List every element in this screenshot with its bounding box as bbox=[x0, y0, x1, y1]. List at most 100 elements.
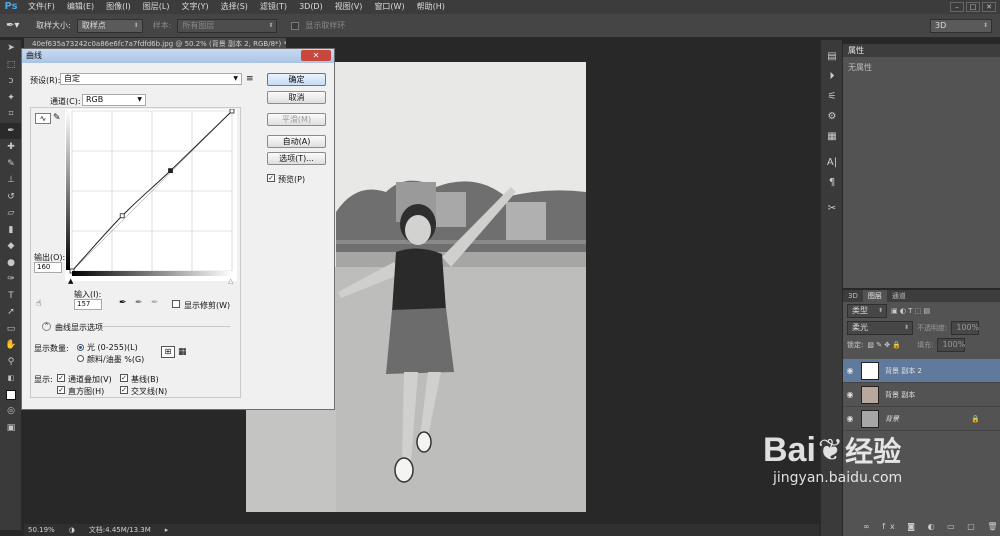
preset-label: 预设(R): bbox=[30, 76, 61, 85]
minimize-button[interactable]: – bbox=[950, 2, 964, 12]
zoom-tool-icon[interactable]: ⚲ bbox=[0, 354, 22, 371]
layer-row[interactable]: ◉ 背景 🔒 bbox=[843, 407, 1000, 431]
close-dialog-button[interactable]: ✕ bbox=[301, 50, 331, 61]
eyedropper-tool-icon[interactable]: ✒ bbox=[0, 122, 22, 139]
healing-brush-tool-icon[interactable]: ✚ bbox=[0, 139, 22, 156]
filter-icons[interactable]: ▣ ◐ T ⬚ ▤ bbox=[891, 307, 930, 315]
blur-tool-icon[interactable]: ◆ bbox=[0, 238, 22, 255]
visibility-eye-icon[interactable]: ◉ bbox=[843, 414, 857, 423]
hand-tool-icon[interactable]: ✋ bbox=[0, 337, 22, 354]
color-swatches-icon[interactable] bbox=[0, 387, 22, 404]
maximize-button[interactable]: □ bbox=[966, 2, 980, 12]
layer-row[interactable]: ◉ 背景 副本 bbox=[843, 383, 1000, 407]
workspace-select[interactable]: 3D ⬍ bbox=[930, 18, 992, 33]
quick-mask-icon[interactable]: ◎ bbox=[0, 403, 22, 420]
swatches-icon[interactable]: ▦ bbox=[821, 126, 843, 146]
layer-row[interactable]: ◉ 背景 副本 2 bbox=[843, 359, 1000, 383]
layer-thumbnail bbox=[861, 409, 879, 428]
properties-empty-text: 无属性 bbox=[848, 63, 872, 72]
visibility-eye-icon[interactable]: ◉ bbox=[843, 366, 857, 375]
menu-window[interactable]: 窗口(W) bbox=[368, 0, 410, 14]
lasso-tool-icon[interactable]: ↄ bbox=[0, 73, 22, 90]
actions-icon[interactable]: ⏵ bbox=[821, 66, 843, 86]
blend-mode-select[interactable]: 柔光 ⬍ bbox=[847, 320, 913, 335]
menu-bar: Ps 文件(F) 编辑(E) 图像(I) 图层(L) 文字(Y) 选择(S) 滤… bbox=[0, 0, 1000, 14]
lock-icon: 🔒 bbox=[971, 414, 980, 423]
tab-layers[interactable]: 图层 bbox=[862, 290, 887, 302]
curves-group-frame bbox=[30, 107, 241, 398]
menu-help[interactable]: 帮助(H) bbox=[411, 0, 451, 14]
dodge-tool-icon[interactable]: ● bbox=[0, 255, 22, 272]
opacity-label: 不透明度: bbox=[917, 323, 948, 332]
menu-edit[interactable]: 编辑(E) bbox=[61, 0, 100, 14]
layer-thumbnail bbox=[861, 361, 879, 380]
sample-size-select[interactable]: 取样点 ⬍ bbox=[76, 18, 143, 33]
path-select-tool-icon[interactable]: ➚ bbox=[0, 304, 22, 321]
fill-input[interactable]: 100% bbox=[937, 337, 966, 352]
watermark-brand: Bai bbox=[763, 430, 816, 469]
menu-select[interactable]: 选择(S) bbox=[215, 0, 254, 14]
menu-file[interactable]: 文件(F) bbox=[22, 0, 61, 14]
layer-thumbnail bbox=[861, 385, 879, 404]
paragraph-icon[interactable]: ¶ bbox=[821, 172, 843, 192]
shape-tool-icon[interactable]: ▭ bbox=[0, 321, 22, 338]
history-icon[interactable]: ▤ bbox=[821, 46, 843, 66]
opacity-input[interactable]: 100% bbox=[951, 320, 980, 335]
tab-3d[interactable]: 3D bbox=[843, 290, 863, 302]
lock-label: 锁定: bbox=[847, 340, 864, 349]
fill-label: 填充: bbox=[917, 340, 934, 349]
tab-channels[interactable]: 通道 bbox=[887, 290, 911, 302]
preset-options-icon[interactable]: ≡ bbox=[246, 74, 254, 84]
sample-select[interactable]: 所有图层 ⬍ bbox=[177, 18, 278, 33]
curves-title: 曲线 bbox=[22, 49, 334, 63]
styles-icon[interactable]: ⚙ bbox=[821, 106, 843, 126]
close-window-button[interactable]: ✕ bbox=[982, 2, 996, 12]
visibility-eye-icon[interactable]: ◉ bbox=[843, 390, 857, 399]
menu-view[interactable]: 视图(V) bbox=[329, 0, 369, 14]
watermark-brand-cn: 经验 bbox=[845, 435, 902, 468]
menu-layer[interactable]: 图层(L) bbox=[137, 0, 176, 14]
menu-type[interactable]: 文字(Y) bbox=[175, 0, 214, 14]
zoom-level[interactable]: 50.19% bbox=[28, 524, 55, 536]
ok-button[interactable]: 确定 bbox=[267, 73, 326, 86]
type-tool-icon[interactable]: T bbox=[0, 288, 22, 305]
clone-stamp-tool-icon[interactable]: ⊥ bbox=[0, 172, 22, 189]
tool-presets-icon[interactable]: ✂ bbox=[821, 198, 843, 218]
default-colors-icon[interactable]: ◧ bbox=[0, 370, 22, 387]
menu-filter[interactable]: 滤镜(T) bbox=[254, 0, 293, 14]
cancel-button[interactable]: 取消 bbox=[267, 91, 326, 104]
pen-tool-icon[interactable]: ✑ bbox=[0, 271, 22, 288]
history-brush-tool-icon[interactable]: ↺ bbox=[0, 189, 22, 206]
preset-select[interactable]: 自定 ▼ bbox=[60, 73, 242, 85]
quick-select-tool-icon[interactable]: ✦ bbox=[0, 90, 22, 107]
layer-filter-select[interactable]: 类型 ⬍ bbox=[847, 303, 887, 318]
character-icon[interactable]: A| bbox=[821, 152, 843, 172]
gradient-tool-icon[interactable]: ▮ bbox=[0, 222, 22, 239]
preview-label: 预览(P) bbox=[278, 175, 306, 184]
layers-footer-icons[interactable]: ∞ fx ◙ ◐ ▭ ▢ 🗑 bbox=[863, 522, 1000, 531]
status-info-icon[interactable]: ◑ bbox=[69, 524, 75, 536]
lock-icons[interactable]: ▧ ✎ ✥ 🔒 bbox=[867, 341, 901, 349]
menu-image[interactable]: 图像(I) bbox=[100, 0, 137, 14]
menu-3d[interactable]: 3D(D) bbox=[293, 0, 329, 14]
watermark-url: jingyan.baidu.com bbox=[773, 470, 903, 486]
brush-tool-icon[interactable]: ✎ bbox=[0, 156, 22, 173]
screen-mode-icon[interactable]: ▣ bbox=[0, 420, 22, 437]
eraser-tool-icon[interactable]: ▱ bbox=[0, 205, 22, 222]
channel-select[interactable]: RGB ▼ bbox=[82, 94, 146, 106]
crop-tool-icon[interactable]: ⌗ bbox=[0, 106, 22, 123]
tools-panel: ➤ ⬚ ↄ ✦ ⌗ ✒ ✚ ✎ ⊥ ↺ ▱ ▮ ◆ ● ✑ T ➚ ▭ ✋ ⚲ … bbox=[0, 40, 22, 530]
move-tool-icon[interactable]: ➤ bbox=[0, 40, 22, 57]
preview-checkbox[interactable]: ✓ bbox=[267, 174, 275, 182]
layer-filter-row: 类型 ⬍ ▣ ◐ T ⬚ ▤ bbox=[843, 302, 1000, 319]
eyedropper-tool-icon[interactable]: ✒▾ bbox=[6, 20, 30, 31]
status-arrow-icon[interactable]: ▸ bbox=[165, 524, 169, 536]
auto-button[interactable]: 自动(A) bbox=[267, 135, 326, 148]
properties-tab[interactable]: 属性 bbox=[843, 44, 1000, 57]
adjustments-icon[interactable]: ⚟ bbox=[821, 86, 843, 106]
options-button[interactable]: 选项(T)... bbox=[267, 152, 326, 165]
layer-name: 背景 副本 2 bbox=[885, 366, 922, 375]
show-ring-checkbox[interactable] bbox=[291, 21, 300, 30]
marquee-tool-icon[interactable]: ⬚ bbox=[0, 57, 22, 74]
smooth-button[interactable]: 平滑(M) bbox=[267, 113, 326, 126]
